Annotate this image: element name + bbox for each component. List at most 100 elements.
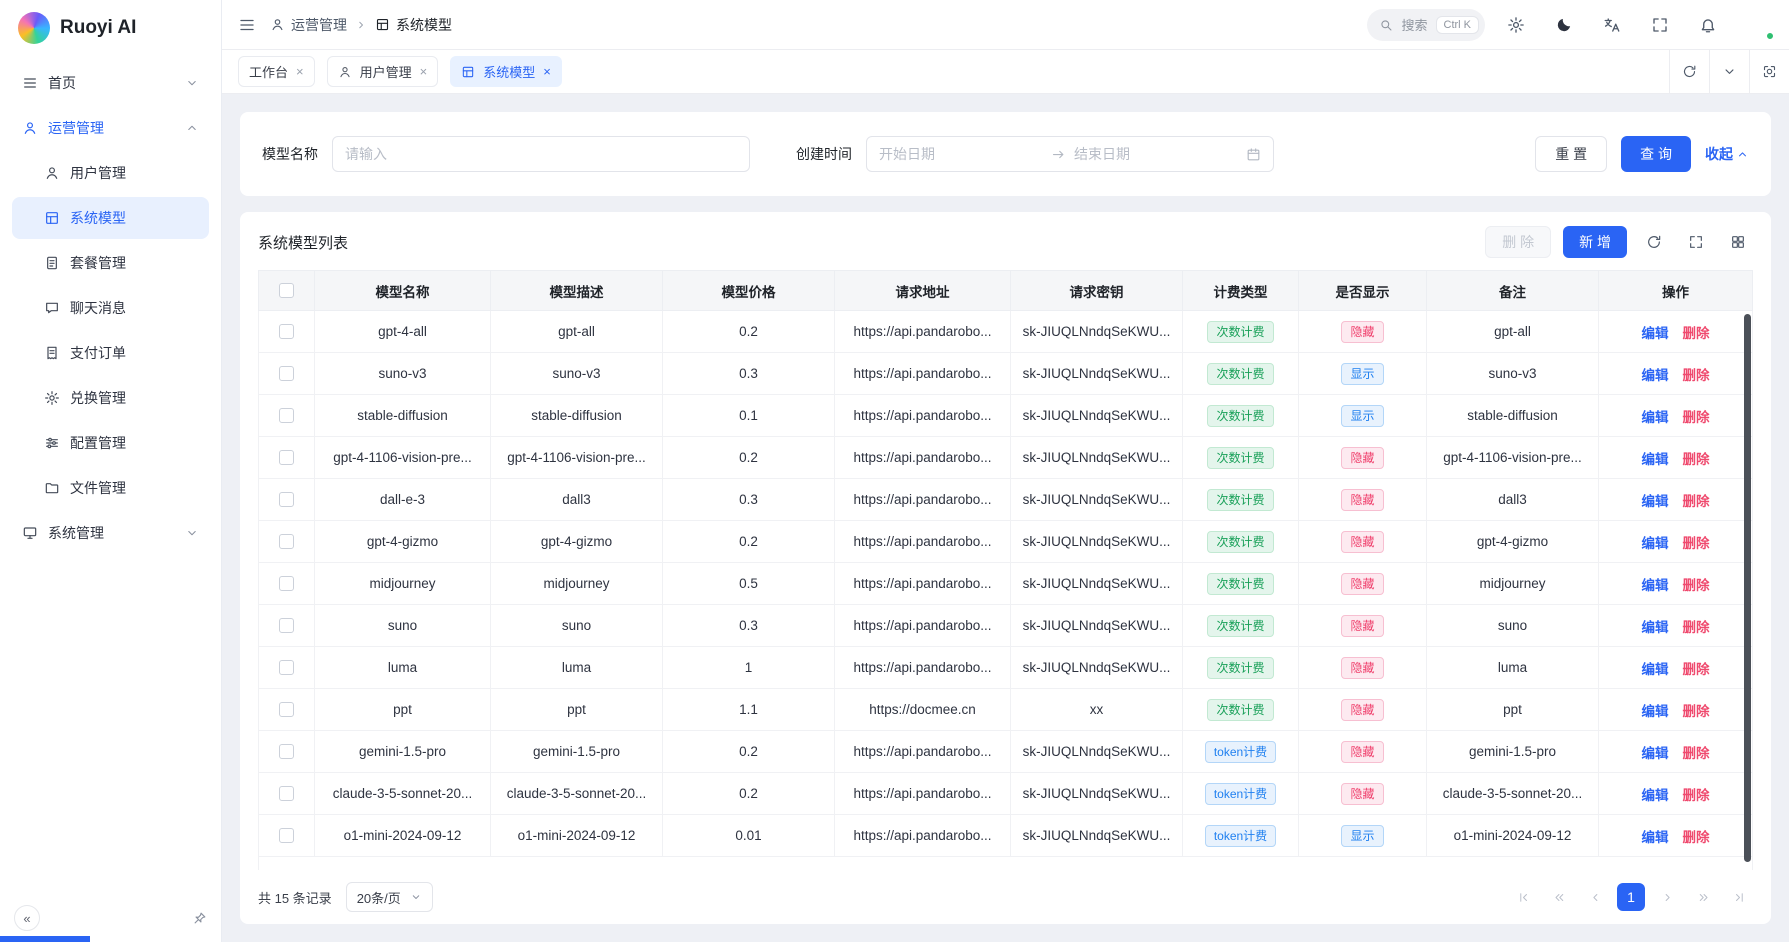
search-button[interactable]: 查 询 — [1621, 136, 1691, 172]
delete-link[interactable]: 删除 — [1683, 368, 1710, 383]
edit-link[interactable]: 编辑 — [1642, 494, 1669, 509]
delete-link[interactable]: 删除 — [1683, 326, 1710, 341]
close-icon[interactable]: × — [543, 65, 551, 78]
global-search[interactable]: 搜索 Ctrl K — [1367, 9, 1485, 41]
hamburger-icon[interactable] — [238, 16, 256, 34]
edit-link[interactable]: 编辑 — [1642, 620, 1669, 635]
close-icon[interactable]: × — [420, 65, 428, 78]
notifications-button[interactable] — [1691, 8, 1725, 42]
sidebar-item-users[interactable]: 用户管理 — [12, 152, 209, 194]
tab-user-management[interactable]: 用户管理 × — [327, 56, 439, 87]
select-all-checkbox[interactable] — [279, 283, 294, 298]
arrow-right-icon — [1051, 147, 1066, 162]
collapse-filter-link[interactable]: 收起 — [1705, 144, 1749, 164]
edit-link[interactable]: 编辑 — [1642, 326, 1669, 341]
table-refresh-button[interactable] — [1639, 227, 1669, 257]
sidebar-item-config[interactable]: 配置管理 — [12, 422, 209, 464]
date-range-picker[interactable]: 开始日期 结束日期 — [866, 136, 1274, 172]
pagination-forward10-button[interactable] — [1689, 883, 1717, 911]
breadcrumb-item-operations[interactable]: 运营管理 — [270, 15, 347, 35]
cell-remark: midjourney — [1427, 563, 1599, 605]
delete-link[interactable]: 删除 — [1683, 662, 1710, 677]
edit-link[interactable]: 编辑 — [1642, 452, 1669, 467]
row-checkbox[interactable] — [279, 576, 294, 591]
sidebar-item-home[interactable]: 首页 — [12, 62, 209, 104]
row-checkbox[interactable] — [279, 408, 294, 423]
fullscreen-button[interactable] — [1643, 8, 1677, 42]
sidebar-item-chat[interactable]: 聊天消息 — [12, 287, 209, 329]
edit-link[interactable]: 编辑 — [1642, 368, 1669, 383]
row-checkbox[interactable] — [279, 450, 294, 465]
sidebar-item-files[interactable]: 文件管理 — [12, 467, 209, 509]
reset-button[interactable]: 重 置 — [1535, 136, 1607, 172]
breadcrumb-item-models[interactable]: 系统模型 — [375, 15, 452, 35]
pagination-prev-button[interactable] — [1581, 883, 1609, 911]
edit-link[interactable]: 编辑 — [1642, 536, 1669, 551]
row-checkbox[interactable] — [279, 744, 294, 759]
sidebar-item-exchange[interactable]: 兑换管理 — [12, 377, 209, 419]
sidebar-item-operations[interactable]: 运营管理 — [12, 107, 209, 149]
row-checkbox[interactable] — [279, 786, 294, 801]
model-name-input[interactable] — [332, 136, 750, 172]
tab-workbench[interactable]: 工作台 × — [238, 56, 315, 87]
row-checkbox[interactable] — [279, 828, 294, 843]
add-button[interactable]: 新 增 — [1563, 226, 1627, 258]
row-checkbox[interactable] — [279, 324, 294, 339]
delete-link[interactable]: 删除 — [1683, 620, 1710, 635]
delete-link[interactable]: 删除 — [1683, 830, 1710, 845]
delete-link[interactable]: 删除 — [1683, 410, 1710, 425]
sidebar-item-models[interactable]: 系统模型 — [12, 197, 209, 239]
sidebar-item-system[interactable]: 系统管理 — [12, 512, 209, 554]
delete-link[interactable]: 删除 — [1683, 704, 1710, 719]
delete-link[interactable]: 删除 — [1683, 536, 1710, 551]
language-button[interactable] — [1595, 8, 1629, 42]
settings-button[interactable] — [1499, 8, 1533, 42]
edit-link[interactable]: 编辑 — [1642, 746, 1669, 761]
user-avatar[interactable] — [1743, 10, 1773, 40]
pin-icon[interactable] — [192, 911, 207, 926]
cell-operations: 编辑删除 — [1599, 521, 1753, 563]
sidebar-collapse-button[interactable]: « — [14, 905, 40, 931]
sidebar-item-orders[interactable]: 支付订单 — [12, 332, 209, 374]
edit-link[interactable]: 编辑 — [1642, 788, 1669, 803]
cell-model-name: gpt-4-1106-vision-pre... — [315, 437, 491, 479]
delete-link[interactable]: 删除 — [1683, 578, 1710, 593]
row-checkbox[interactable] — [279, 366, 294, 381]
delete-link[interactable]: 删除 — [1683, 788, 1710, 803]
tab-menu-button[interactable] — [1709, 50, 1749, 93]
cell-request-key: sk-JIUQLNndqSeKWU... — [1011, 815, 1183, 857]
edit-link[interactable]: 编辑 — [1642, 704, 1669, 719]
table-scrollbar[interactable] — [1744, 314, 1751, 862]
column-settings-button[interactable] — [1723, 227, 1753, 257]
row-checkbox[interactable] — [279, 660, 294, 675]
dark-mode-button[interactable] — [1547, 8, 1581, 42]
tab-refresh-button[interactable] — [1669, 50, 1709, 93]
delete-link[interactable]: 删除 — [1683, 746, 1710, 761]
pagination-next-button[interactable] — [1653, 883, 1681, 911]
edit-link[interactable]: 编辑 — [1642, 410, 1669, 425]
tab-system-models[interactable]: 系统模型 × — [450, 56, 562, 87]
refresh-icon — [1682, 64, 1697, 79]
pagination-back10-button[interactable] — [1545, 883, 1573, 911]
delete-link[interactable]: 删除 — [1683, 494, 1710, 509]
row-checkbox[interactable] — [279, 534, 294, 549]
tab-fullscreen-button[interactable] — [1749, 50, 1789, 93]
edit-link[interactable]: 编辑 — [1642, 578, 1669, 593]
row-checkbox[interactable] — [279, 702, 294, 717]
filter-panel: 模型名称 创建时间 开始日期 结束日期 重 置 查 询 收起 — [240, 112, 1771, 196]
sidebar-item-label: 用户管理 — [70, 163, 126, 183]
pagination-first-button[interactable] — [1509, 883, 1537, 911]
row-checkbox[interactable] — [279, 492, 294, 507]
close-icon[interactable]: × — [296, 65, 304, 78]
edit-link[interactable]: 编辑 — [1642, 830, 1669, 845]
pagination-page-1[interactable]: 1 — [1617, 883, 1645, 911]
calendar-icon[interactable] — [1246, 147, 1261, 162]
table-fullscreen-button[interactable] — [1681, 227, 1711, 257]
delete-link[interactable]: 删除 — [1683, 452, 1710, 467]
delete-button[interactable]: 删 除 — [1485, 226, 1551, 258]
page-size-select[interactable]: 20条/页 — [346, 882, 433, 912]
pagination-last-button[interactable] — [1725, 883, 1753, 911]
row-checkbox[interactable] — [279, 618, 294, 633]
sidebar-item-packages[interactable]: 套餐管理 — [12, 242, 209, 284]
edit-link[interactable]: 编辑 — [1642, 662, 1669, 677]
